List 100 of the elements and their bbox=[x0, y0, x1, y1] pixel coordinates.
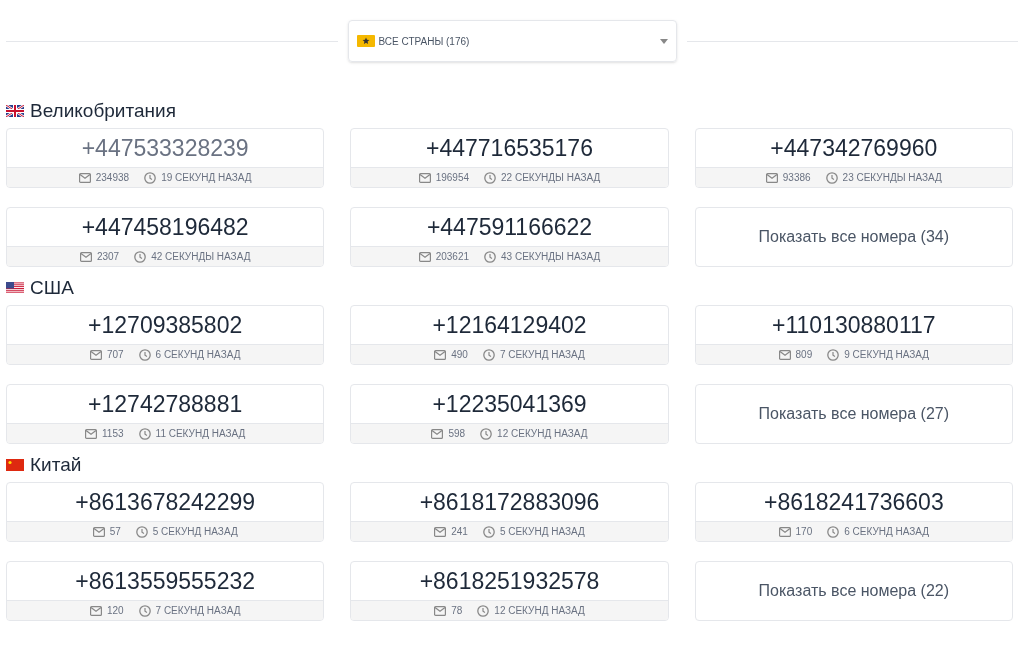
phone-number[interactable]: +8618241736603 bbox=[763, 484, 944, 520]
phone-number[interactable]: +12742788881 bbox=[88, 386, 243, 422]
flag-icon bbox=[6, 105, 24, 117]
country-dropdown[interactable]: ВСЕ СТРАНЫ (176) bbox=[347, 20, 677, 62]
number-card[interactable]: +8613678242299 57 5 СЕКУНД НАЗАД bbox=[6, 482, 325, 542]
number-card[interactable]: +12709385802 707 6 СЕКУНД НАЗАД bbox=[6, 305, 325, 365]
clock-icon bbox=[480, 427, 493, 440]
number-card[interactable]: +8618241736603 170 6 СЕКУНД НАЗАД bbox=[694, 482, 1013, 542]
clock-icon bbox=[134, 250, 147, 263]
time-ago: 7 СЕКУНД НАЗАД bbox=[155, 604, 241, 618]
message-count: 490 bbox=[451, 348, 468, 362]
message-count: 2307 bbox=[96, 250, 120, 264]
phone-number[interactable]: +447591166622 bbox=[426, 209, 593, 245]
time-ago: 9 СЕКУНД НАЗАД bbox=[844, 348, 930, 362]
clock-icon bbox=[827, 348, 840, 361]
message-count: 78 bbox=[451, 604, 463, 618]
caret-icon bbox=[659, 38, 668, 44]
time-ago: 23 СЕКУНДЫ НАЗАД bbox=[842, 171, 942, 185]
envelope-icon bbox=[778, 349, 791, 360]
message-count: 57 bbox=[109, 525, 121, 539]
number-card[interactable]: +447591166622 203621 43 СЕКУНДЫ НАЗАД bbox=[350, 207, 669, 267]
envelope-icon bbox=[89, 605, 102, 616]
number-card[interactable]: +8618251932578 78 12 СЕКУНД НАЗАД bbox=[350, 561, 669, 621]
dropdown-label: ВСЕ СТРАНЫ (176) bbox=[378, 34, 470, 49]
number-card[interactable]: +12235041369 598 12 СЕКУНД НАЗАД bbox=[350, 384, 669, 444]
phone-number[interactable]: +12235041369 bbox=[432, 386, 587, 422]
show-all-button[interactable]: Показать все номера (34) bbox=[694, 207, 1013, 267]
flag-icon bbox=[6, 459, 24, 471]
phone-number[interactable]: +447716535176 bbox=[426, 130, 593, 166]
time-ago: 12 СЕКУНД НАЗАД bbox=[494, 604, 585, 618]
number-card[interactable]: +447342769960 93386 23 СЕКУНДЫ НАЗАД bbox=[694, 128, 1013, 188]
time-ago: 5 СЕКУНД НАЗАД bbox=[499, 525, 585, 539]
number-card[interactable]: +8613559555232 120 7 СЕКУНД НАЗАД bbox=[6, 561, 325, 621]
clock-icon bbox=[138, 427, 151, 440]
clock-icon bbox=[135, 525, 148, 538]
envelope-icon bbox=[92, 526, 105, 537]
envelope-icon bbox=[418, 172, 431, 183]
country-heading: Китай bbox=[30, 452, 82, 477]
clock-icon bbox=[827, 525, 840, 538]
time-ago: 11 СЕКУНД НАЗАД bbox=[155, 427, 246, 441]
time-ago: 6 СЕКУНД НАЗАД bbox=[155, 348, 241, 362]
message-count: 120 bbox=[106, 604, 124, 618]
country-heading: Великобритания bbox=[30, 98, 176, 123]
phone-number[interactable]: +447458196482 bbox=[81, 209, 249, 245]
time-ago: 22 СЕКУНДЫ НАЗАД bbox=[501, 171, 601, 185]
number-card[interactable]: +12164129402 490 7 СЕКУНД НАЗАД bbox=[350, 305, 669, 365]
message-count: 241 bbox=[451, 525, 468, 539]
clock-icon bbox=[144, 171, 157, 184]
envelope-icon bbox=[434, 605, 447, 616]
envelope-icon bbox=[85, 428, 98, 439]
message-count: 707 bbox=[106, 348, 124, 362]
time-ago: 7 СЕКУНД НАЗАД bbox=[499, 348, 585, 362]
time-ago: 19 СЕКУНД НАЗАД bbox=[161, 171, 252, 185]
clock-icon bbox=[138, 348, 151, 361]
envelope-icon bbox=[765, 172, 778, 183]
envelope-icon bbox=[431, 428, 444, 439]
number-card[interactable]: +447458196482 2307 42 СЕКУНДЫ НАЗАД bbox=[6, 207, 325, 267]
envelope-icon bbox=[78, 172, 91, 183]
show-all-button[interactable]: Показать все номера (27) bbox=[694, 384, 1013, 444]
country-heading: США bbox=[30, 275, 74, 300]
phone-number[interactable]: +8618172883096 bbox=[419, 484, 600, 520]
message-count: 93386 bbox=[782, 171, 811, 185]
time-ago: 12 СЕКУНД НАЗАД bbox=[497, 427, 588, 441]
phone-number[interactable]: +8613678242299 bbox=[75, 484, 256, 520]
time-ago: 43 СЕКУНДЫ НАЗАД bbox=[501, 250, 601, 264]
flag-icon bbox=[6, 282, 24, 294]
time-ago: 5 СЕКУНД НАЗАД bbox=[152, 525, 238, 539]
clock-icon bbox=[825, 171, 838, 184]
phone-number[interactable]: +447342769960 bbox=[770, 130, 938, 166]
envelope-icon bbox=[434, 526, 447, 537]
number-card[interactable]: +447716535176 196954 22 СЕКУНДЫ НАЗАД bbox=[350, 128, 669, 188]
clock-icon bbox=[477, 604, 490, 617]
number-card[interactable]: +110130880117 809 9 СЕКУНД НАЗАД bbox=[694, 305, 1013, 365]
time-ago: 42 СЕКУНДЫ НАЗАД bbox=[151, 250, 251, 264]
phone-number[interactable]: +8613559555232 bbox=[75, 563, 256, 599]
clock-icon bbox=[484, 250, 496, 263]
number-card[interactable]: +12742788881 1153 11 СЕКУНД НАЗАД bbox=[6, 384, 325, 444]
envelope-icon bbox=[778, 526, 791, 537]
message-count: 234938 bbox=[95, 171, 130, 185]
message-count: 598 bbox=[448, 427, 466, 441]
clock-icon bbox=[482, 525, 495, 538]
number-card[interactable]: +447533328239 234938 19 СЕКУНД НАЗАД bbox=[6, 128, 325, 188]
number-card[interactable]: +8618172883096 241 5 СЕКУНД НАЗАД bbox=[350, 482, 669, 542]
show-all-button[interactable]: Показать все номера (22) bbox=[694, 561, 1013, 621]
clock-icon bbox=[484, 171, 496, 184]
clock-icon bbox=[138, 604, 151, 617]
message-count: 809 bbox=[795, 348, 813, 362]
envelope-icon bbox=[434, 349, 447, 360]
envelope-icon bbox=[89, 349, 102, 360]
message-count: 203621 bbox=[435, 250, 469, 264]
message-count: 1153 bbox=[102, 427, 124, 441]
envelope-icon bbox=[418, 251, 431, 262]
phone-number[interactable]: +8618251932578 bbox=[419, 563, 600, 599]
phone-number[interactable]: +447533328239 bbox=[81, 130, 249, 166]
phone-number[interactable]: +110130880117 bbox=[772, 307, 936, 343]
envelope-icon bbox=[79, 251, 92, 262]
phone-number[interactable]: +12709385802 bbox=[88, 307, 243, 343]
phone-number[interactable]: +12164129402 bbox=[432, 307, 587, 343]
time-ago: 6 СЕКУНД НАЗАД bbox=[844, 525, 930, 539]
clock-icon bbox=[482, 348, 495, 361]
